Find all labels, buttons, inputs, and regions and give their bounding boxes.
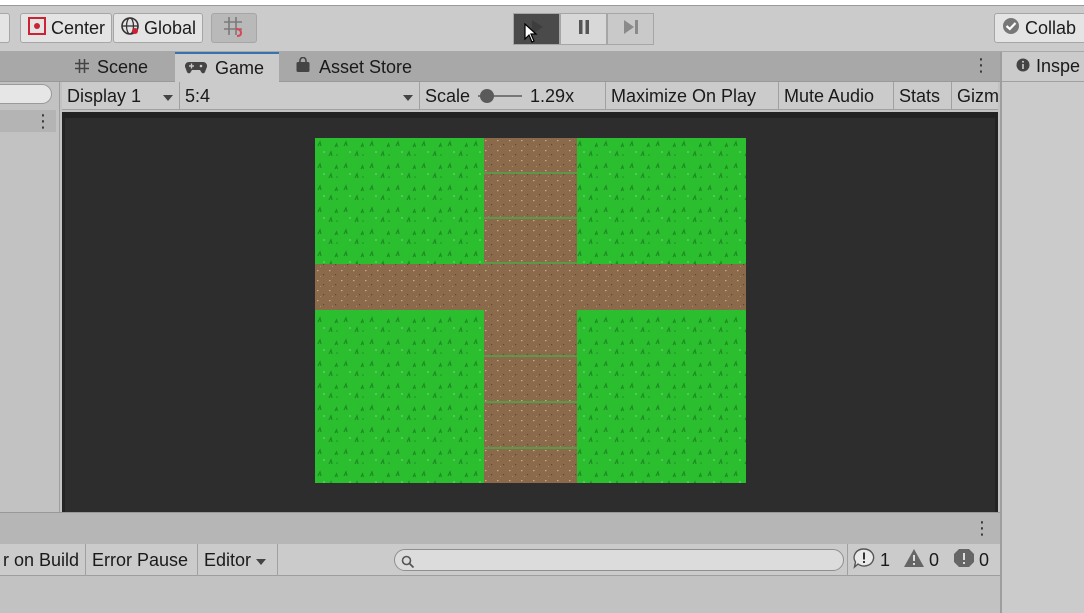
- scale-value: 1.29x: [530, 85, 575, 106]
- error-pause-toggle[interactable]: Error Pause: [86, 544, 198, 576]
- tab-bar-menu-icon[interactable]: ⋮: [972, 55, 990, 76]
- tab-asset-store[interactable]: Asset Store: [285, 52, 435, 82]
- clear-on-build-toggle[interactable]: r on Build: [0, 544, 86, 576]
- hierarchy-scene-row[interactable]: ⋮: [0, 110, 56, 132]
- collab-button[interactable]: Collab: [994, 13, 1084, 43]
- stats-label: Stats: [899, 85, 941, 106]
- tab-scene-label: Scene: [97, 56, 149, 77]
- error-count-toggle[interactable]: 0: [953, 544, 989, 576]
- search-icon: [401, 553, 415, 574]
- warning-count-toggle[interactable]: 0: [903, 544, 939, 576]
- info-icon: [1016, 56, 1030, 77]
- console-toolbar: r on Build Error Pause Editor 1 0 0: [0, 544, 1000, 576]
- horizontal-dirt-path: [315, 264, 746, 310]
- vertical-dirt-path: [484, 138, 577, 483]
- transform-tool-button[interactable]: [0, 13, 10, 43]
- scene-row-menu-icon[interactable]: ⋮: [34, 111, 52, 132]
- globe-icon: [120, 16, 140, 41]
- hierarchy-panel: ⋮ ⋮: [0, 52, 60, 512]
- gizmos-toggle[interactable]: Gizm: [952, 82, 998, 110]
- scale-slider-thumb[interactable]: [479, 89, 494, 103]
- mute-audio-toggle[interactable]: Mute Audio: [779, 82, 894, 110]
- warning-count: 0: [929, 549, 940, 570]
- game-view-control-bar: Display 1 5:4 Scale 1.29x Maximize On Pl…: [62, 82, 998, 110]
- mute-audio-label: Mute Audio: [784, 85, 875, 106]
- maximize-on-play-label: Maximize On Play: [611, 85, 757, 106]
- error-count: 0: [979, 549, 990, 570]
- clear-on-build-label: r on Build: [2, 549, 79, 570]
- scale-slider[interactable]: [478, 89, 523, 103]
- grid-icon: [75, 57, 89, 78]
- game-render-canvas: [315, 138, 746, 483]
- console-search-input[interactable]: [394, 549, 844, 571]
- aspect-ratio-dropdown[interactable]: 5:4: [180, 82, 420, 110]
- maximize-on-play-toggle[interactable]: Maximize On Play: [606, 82, 779, 110]
- step-icon: [622, 19, 640, 40]
- tab-inspector[interactable]: Inspe: [1002, 52, 1084, 82]
- display-chevron-down-icon: [162, 86, 174, 107]
- editor-chevron-down-icon: [255, 550, 267, 571]
- log-count: 1: [880, 549, 891, 570]
- console-menu-icon[interactable]: ⋮: [973, 518, 991, 539]
- tab-game-label: Game: [215, 57, 265, 78]
- display-label: Display 1: [67, 85, 142, 106]
- gamepad-icon: [184, 58, 208, 79]
- editor-dropdown[interactable]: Editor: [198, 544, 278, 576]
- pivot-center-button[interactable]: Center: [20, 13, 113, 43]
- pivot-label: Center: [51, 17, 106, 38]
- aspect-ratio-label: 5:4: [185, 85, 211, 106]
- mouse-cursor-icon: [524, 22, 538, 48]
- grid-snap-icon: [222, 15, 246, 42]
- space-global-button[interactable]: Global: [113, 13, 204, 43]
- pause-button[interactable]: [560, 13, 607, 45]
- error-icon: [953, 548, 975, 573]
- log-bubble-icon: [852, 547, 876, 574]
- tab-scene[interactable]: Scene: [65, 52, 173, 82]
- pivot-icon: [27, 16, 47, 41]
- scale-label: Scale: [425, 85, 471, 106]
- view-tab-bar: Scene Game Asset Store ⋮: [0, 52, 1000, 82]
- hierarchy-search-input[interactable]: [0, 84, 52, 104]
- warning-icon: [903, 548, 925, 573]
- error-pause-label: Error Pause: [92, 549, 189, 570]
- editor-label: Editor: [204, 549, 252, 570]
- display-dropdown[interactable]: Display 1: [62, 82, 180, 110]
- stats-toggle[interactable]: Stats: [894, 82, 952, 110]
- tab-inspector-label: Inspe: [1036, 56, 1081, 76]
- console-log-area: [0, 577, 1000, 613]
- space-label: Global: [144, 17, 197, 38]
- collab-label: Collab: [1025, 17, 1077, 38]
- scale-control: Scale 1.29x: [420, 82, 606, 110]
- tab-game[interactable]: Game: [175, 52, 279, 82]
- gizmos-label: Gizm: [957, 85, 998, 106]
- game-view-viewport[interactable]: [62, 112, 998, 512]
- console-header: ⋮: [0, 512, 1000, 544]
- check-circle-icon: [1001, 16, 1021, 41]
- pause-icon: [577, 19, 591, 40]
- main-toolbar: Center Global Collab: [0, 6, 1084, 52]
- tab-asset-store-label: Asset Store: [319, 56, 413, 77]
- log-count-toggle[interactable]: 1: [852, 544, 890, 576]
- grid-snap-button[interactable]: [211, 13, 257, 43]
- inspector-panel: Inspe: [1000, 52, 1084, 613]
- shopping-bag-icon: [295, 56, 311, 78]
- step-button[interactable]: [607, 13, 654, 45]
- aspect-chevron-down-icon: [402, 86, 414, 107]
